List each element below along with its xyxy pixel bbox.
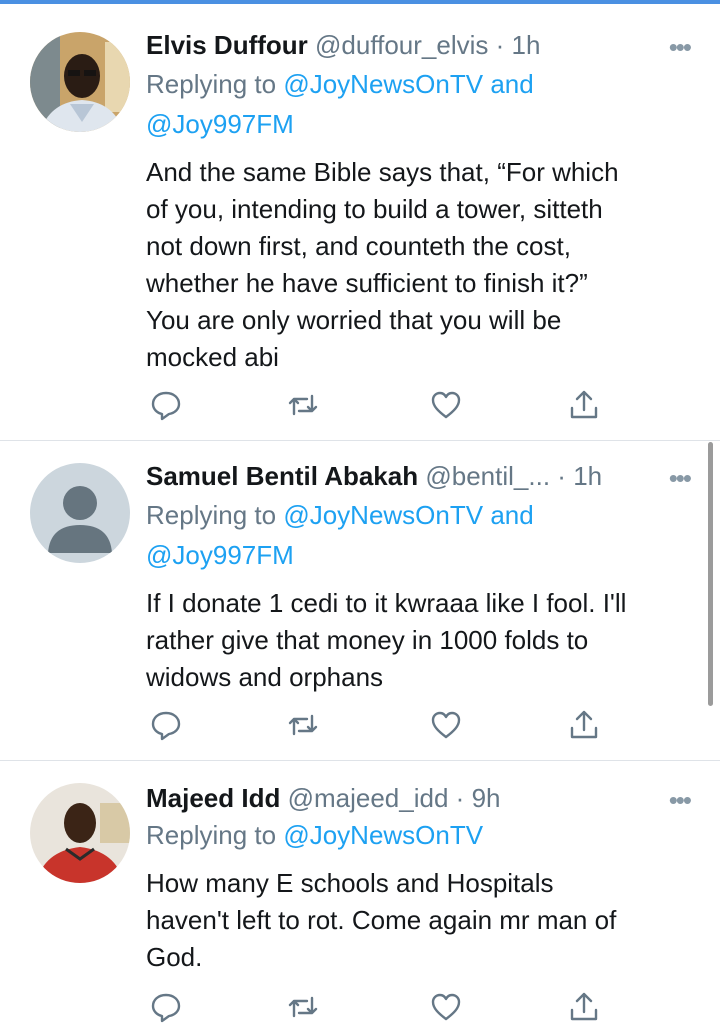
reply-mention-link[interactable]: @Joy997FM <box>146 540 294 570</box>
tweet-text-line: of you, intending to build a tower, sitt… <box>146 194 603 224</box>
tweet-text-line: not down first, and counteth the cost, <box>146 231 571 261</box>
replying-to-label: Replying to <box>146 500 277 530</box>
reply-icon[interactable] <box>148 707 184 743</box>
avatar[interactable] <box>30 463 130 563</box>
tweet-header: Majeed Idd @majeed_idd · 9h <box>146 781 692 815</box>
tweet-actions <box>146 387 616 423</box>
tweet-text-line: mocked abi <box>146 342 279 372</box>
timestamp[interactable]: 1h <box>573 461 602 491</box>
reply-mention-link[interactable]: @JoyNewsOnTV <box>283 69 483 99</box>
share-icon[interactable] <box>566 387 602 423</box>
reply-and-text[interactable]: and <box>490 69 533 99</box>
tweet-actions <box>146 989 616 1025</box>
more-options-icon[interactable]: ••• <box>669 783 692 817</box>
tweet-card[interactable]: Samuel Bentil Abakah @bentil_... · 1h ••… <box>0 441 720 759</box>
heart-icon[interactable] <box>428 387 464 423</box>
heart-icon[interactable] <box>428 989 464 1025</box>
tweet-text: How many E schools and Hospitals haven't… <box>146 865 690 976</box>
share-icon[interactable] <box>566 707 602 743</box>
replying-to: Replying to @JoyNewsOnTV and @Joy997FM <box>146 64 690 144</box>
user-handle[interactable]: @majeed_idd <box>288 783 449 813</box>
user-handle[interactable]: @bentil_... <box>425 461 550 491</box>
tweet-text-line: whether he have sufficient to finish it?… <box>146 268 588 298</box>
display-name[interactable]: Majeed Idd <box>146 783 280 813</box>
reply-mention-link[interactable]: @Joy997FM <box>146 109 294 139</box>
user-handle[interactable]: @duffour_elvis <box>315 30 488 60</box>
reply-icon[interactable] <box>148 989 184 1025</box>
reply-mention-link[interactable]: @JoyNewsOnTV <box>283 820 483 850</box>
tweet-text-line: And the same Bible says that, “For which <box>146 157 619 187</box>
replying-to: Replying to @JoyNewsOnTV and @Joy997FM <box>146 495 690 575</box>
timestamp[interactable]: 1h <box>512 30 541 60</box>
tweet-card[interactable]: Elvis Duffour @duffour_elvis · 1h ••• Re… <box>0 0 720 440</box>
retweet-icon[interactable] <box>285 707 321 743</box>
replying-to-label: Replying to <box>146 69 277 99</box>
tweet-text-line: You are only worried that you will be <box>146 305 562 335</box>
reply-mention-link[interactable]: @JoyNewsOnTV <box>283 500 483 530</box>
separator-dot: · <box>557 461 566 491</box>
replying-to: Replying to @JoyNewsOnTV <box>146 815 690 855</box>
replying-to-label: Replying to <box>146 820 277 850</box>
tweet-text-line: God. <box>146 942 203 972</box>
tweet-text-line: If I donate 1 cedi to it kwraaa like I f… <box>146 588 627 618</box>
tweet-text-line: widows and orphans <box>146 662 384 692</box>
reply-icon[interactable] <box>148 387 184 423</box>
tweet-actions <box>146 707 616 743</box>
share-icon[interactable] <box>566 989 602 1025</box>
timestamp[interactable]: 9h <box>472 783 501 813</box>
tweet-text-line: How many E schools and Hospitals <box>146 868 554 898</box>
separator-dot: · <box>495 30 505 60</box>
tweet-card[interactable]: Majeed Idd @majeed_idd · 9h ••• Replying… <box>0 761 720 1026</box>
tweet-text-line: haven't left to rot. Come again mr man o… <box>146 905 617 935</box>
tweet-text-line: rather give that money in 1000 folds to <box>146 625 589 655</box>
separator-dot: · <box>455 783 465 813</box>
tweet-text: And the same Bible says that, “For which… <box>146 154 690 376</box>
more-options-icon[interactable]: ••• <box>669 461 692 495</box>
more-options-icon[interactable]: ••• <box>669 30 692 64</box>
heart-icon[interactable] <box>428 707 464 743</box>
scrollbar[interactable] <box>708 442 713 706</box>
retweet-icon[interactable] <box>285 387 321 423</box>
tweet-text: If I donate 1 cedi to it kwraaa like I f… <box>146 585 690 696</box>
display-name[interactable]: Samuel Bentil Abakah <box>146 461 418 491</box>
retweet-icon[interactable] <box>285 989 321 1025</box>
avatar[interactable] <box>30 783 130 883</box>
tweet-header: Samuel Bentil Abakah @bentil_... · 1h <box>146 459 692 493</box>
display-name[interactable]: Elvis Duffour <box>146 30 308 60</box>
avatar[interactable] <box>30 32 130 132</box>
tweet-header: Elvis Duffour @duffour_elvis · 1h <box>146 28 692 62</box>
reply-and-text[interactable]: and <box>490 500 533 530</box>
